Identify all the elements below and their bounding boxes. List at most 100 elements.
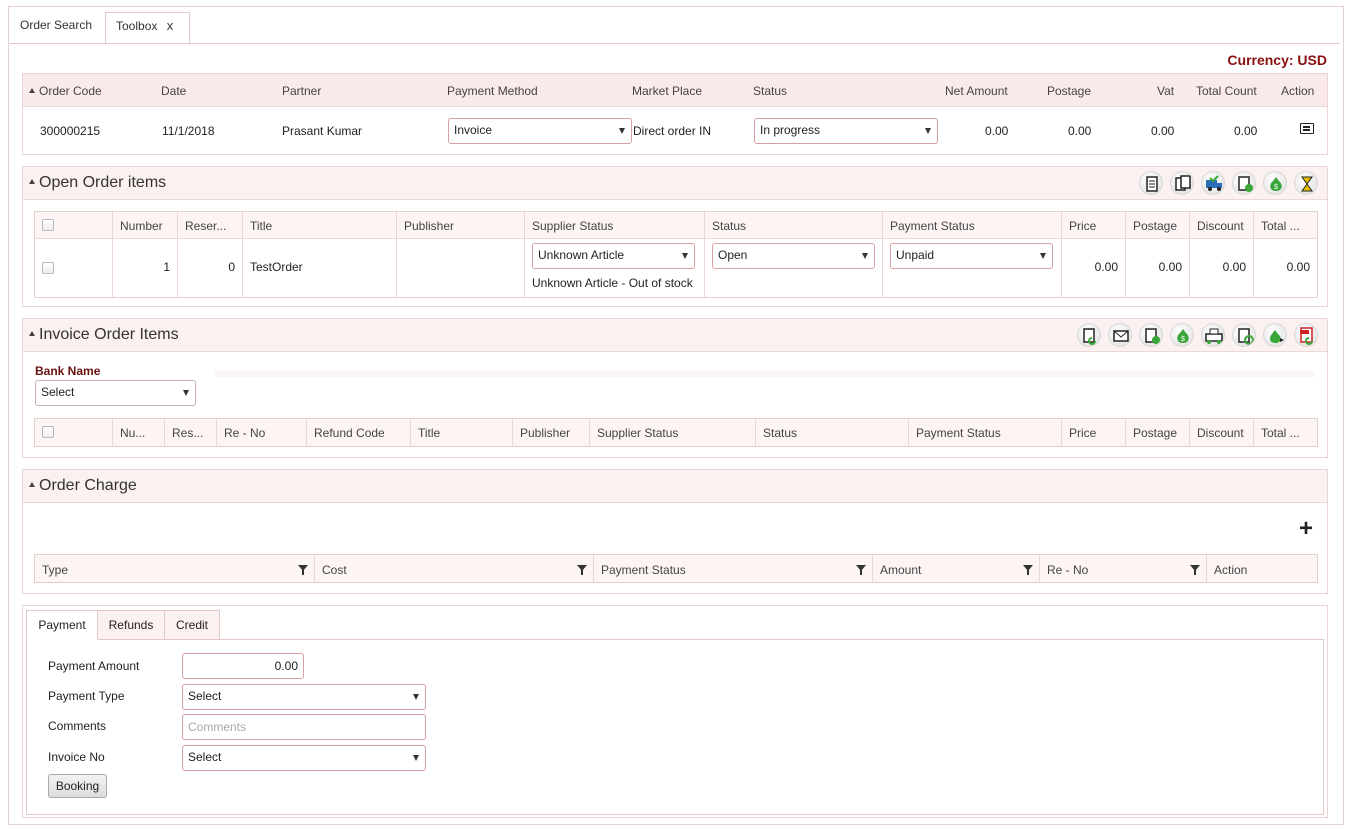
col-cost[interactable]: Cost	[322, 563, 347, 577]
tab-credit[interactable]: Credit	[164, 610, 220, 640]
col-net-amount[interactable]: Net Amount	[945, 84, 1008, 98]
col-amount[interactable]: Amount	[880, 563, 921, 577]
svg-text:$: $	[1181, 336, 1185, 343]
col-price[interactable]: Price	[1069, 426, 1096, 440]
bank-name-select[interactable]: Select	[35, 380, 196, 406]
col-postage[interactable]: Postage	[1133, 219, 1177, 233]
select-all-checkbox[interactable]	[42, 426, 54, 438]
col-status[interactable]: Status	[763, 426, 797, 440]
order-status-select[interactable]: In progress	[754, 118, 938, 144]
tab-refunds[interactable]: Refunds	[97, 610, 165, 640]
col-publisher[interactable]: Publisher	[520, 426, 570, 440]
sort-asc-icon[interactable]	[29, 88, 35, 93]
col-re-no[interactable]: Re - No	[224, 426, 265, 440]
hourglass-icon[interactable]	[1294, 171, 1318, 195]
col-payment-status[interactable]: Payment Status	[601, 563, 686, 577]
col-title[interactable]: Title	[418, 426, 440, 440]
col-total-count[interactable]: Total Count	[1196, 84, 1257, 98]
col-number[interactable]: Number	[120, 219, 163, 233]
col-price[interactable]: Price	[1069, 219, 1096, 233]
filter-icon[interactable]	[577, 565, 587, 575]
col-payment-status[interactable]: Payment Status	[890, 219, 975, 233]
col-supplier-status[interactable]: Supplier Status	[532, 219, 613, 233]
payment-status-select[interactable]: Unpaid	[890, 243, 1053, 269]
col-date[interactable]: Date	[161, 84, 186, 98]
document-icon[interactable]	[1139, 171, 1163, 195]
row-checkbox[interactable]	[42, 262, 54, 274]
refund-doc-icon[interactable]	[1077, 323, 1101, 347]
col-postage[interactable]: Postage	[1047, 84, 1091, 98]
cash-register-icon[interactable]	[1201, 323, 1225, 347]
money-return-icon[interactable]	[1263, 323, 1287, 347]
order-charge-header[interactable]: Order Charge	[23, 470, 1327, 503]
col-reserved[interactable]: Res...	[172, 426, 203, 440]
item-title: TestOrder	[250, 260, 303, 274]
comments-input[interactable]: Comments	[182, 714, 426, 740]
col-re-no[interactable]: Re - No	[1047, 563, 1088, 577]
col-postage[interactable]: Postage	[1133, 426, 1177, 440]
col-reserved[interactable]: Reser...	[185, 219, 226, 233]
chevron-down-icon	[413, 755, 419, 761]
tab-label: Order Search	[20, 18, 93, 32]
money-bag-icon[interactable]: $	[1263, 171, 1287, 195]
filter-icon[interactable]	[298, 565, 308, 575]
refresh-doc-icon[interactable]	[1232, 323, 1256, 347]
pdf-return-icon[interactable]	[1294, 323, 1318, 347]
col-publisher[interactable]: Publisher	[404, 219, 454, 233]
booking-button[interactable]: Booking	[48, 774, 107, 798]
mail-icon[interactable]	[1108, 323, 1132, 347]
col-payment-method[interactable]: Payment Method	[447, 84, 538, 98]
col-discount[interactable]: Discount	[1197, 426, 1244, 440]
collapse-icon[interactable]	[29, 331, 35, 336]
order-details-icon[interactable]	[1300, 123, 1314, 134]
col-discount[interactable]: Discount	[1197, 219, 1244, 233]
filter-icon[interactable]	[856, 565, 866, 575]
select-value: Unknown Article	[538, 248, 625, 262]
col-payment-status[interactable]: Payment Status	[916, 426, 1001, 440]
money-bag-icon[interactable]: $	[1170, 323, 1194, 347]
col-vat[interactable]: Vat	[1157, 84, 1174, 98]
payment-type-select[interactable]: Select	[182, 684, 426, 710]
tab-payment[interactable]: Payment	[26, 610, 98, 640]
receipt-icon[interactable]	[1232, 171, 1256, 195]
close-icon[interactable]: x	[167, 18, 174, 33]
add-charge-icon[interactable]: +	[1299, 517, 1313, 541]
collapse-icon[interactable]	[29, 179, 35, 184]
col-refund-code[interactable]: Refund Code	[314, 426, 385, 440]
col-title[interactable]: Title	[250, 219, 272, 233]
col-total[interactable]: Total ...	[1261, 219, 1300, 233]
col-order-code[interactable]: Order Code	[39, 84, 102, 98]
supplier-status-select[interactable]: Unknown Article	[532, 243, 695, 269]
chevron-down-icon	[682, 253, 688, 259]
approve-doc-icon[interactable]	[1139, 323, 1163, 347]
payment-amount-input[interactable]: 0.00	[182, 653, 304, 679]
bank-row-spacer	[215, 371, 1315, 377]
item-reserved: 0	[228, 260, 235, 274]
filter-icon[interactable]	[1190, 565, 1200, 575]
chevron-down-icon	[925, 128, 931, 134]
col-market-place[interactable]: Market Place	[632, 84, 702, 98]
invoice-no-select[interactable]: Select	[182, 745, 426, 771]
col-total[interactable]: Total ...	[1261, 426, 1300, 440]
col-status[interactable]: Status	[753, 84, 787, 98]
col-number[interactable]: Nu...	[120, 426, 145, 440]
col-type[interactable]: Type	[42, 563, 68, 577]
filter-icon[interactable]	[1023, 565, 1033, 575]
select-all-checkbox[interactable]	[42, 219, 54, 231]
col-partner[interactable]: Partner	[282, 84, 321, 98]
item-status-select[interactable]: Open	[712, 243, 875, 269]
payment-method-select[interactable]: Invoice	[448, 118, 632, 144]
tab-order-search[interactable]: Order Search	[10, 12, 102, 44]
invoice-icon[interactable]	[1170, 171, 1194, 195]
col-supplier-status[interactable]: Supplier Status	[597, 426, 678, 440]
invoice-order-items-panel: Invoice Order Items $ Bank Name Select N…	[22, 318, 1328, 458]
open-items-header[interactable]: Open Order items	[23, 167, 1327, 200]
tab-toolbox[interactable]: Toolbox x	[105, 12, 190, 45]
comments-label: Comments	[48, 719, 107, 733]
collapse-icon[interactable]	[29, 482, 35, 487]
tab-label: Payment	[38, 618, 86, 632]
order-code: 300000215	[40, 124, 101, 138]
open-order-items-panel: Open Order items $ Number Reser... Title…	[22, 166, 1328, 307]
truck-icon[interactable]	[1201, 171, 1225, 195]
col-status[interactable]: Status	[712, 219, 746, 233]
